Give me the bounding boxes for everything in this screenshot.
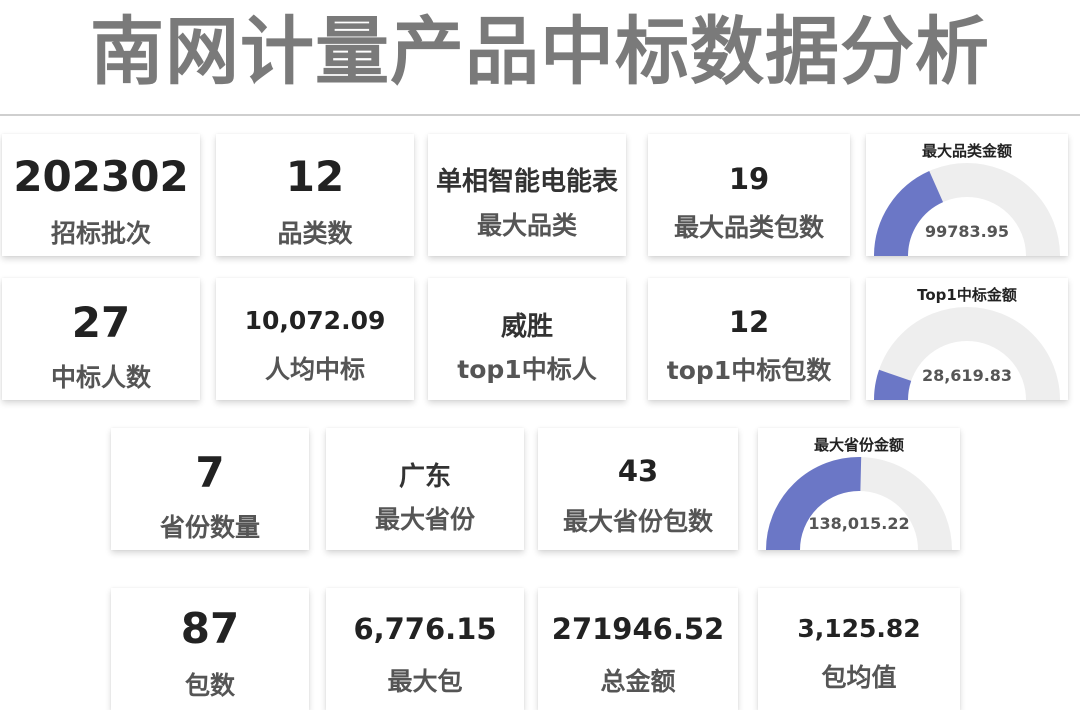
gauge-track	[874, 307, 1060, 400]
kpi-label: 人均中标	[264, 355, 365, 384]
kpi-label: 招标批次	[50, 219, 151, 248]
kpi-value: 威胜	[500, 312, 553, 342]
gauge-card-largest-province-amount: 最大省份金额 138,015.22	[758, 428, 960, 550]
kpi-card-largest-package: 6,776.15 最大包	[326, 588, 524, 710]
gauge-card-top1-amount: Top1中标金额 28,619.83	[866, 278, 1068, 400]
kpi-card-largest-category-packages: 19 最大品类包数	[648, 134, 850, 256]
kpi-value: 3,125.82	[797, 614, 921, 643]
kpi-label: 最大品类	[476, 211, 577, 240]
gauge-card-largest-category-amount: 最大品类金额 99783.95	[866, 134, 1068, 256]
kpi-label: 中标人数	[50, 363, 151, 392]
kpi-label: top1中标人	[457, 355, 597, 384]
kpi-label: 包数	[184, 671, 235, 700]
kpi-card-category-count: 12 品类数	[216, 134, 414, 256]
kpi-value: 广东	[398, 462, 451, 492]
kpi-label: 省份数量	[159, 513, 260, 542]
kpi-card-largest-category: 单相智能电能表 最大品类	[428, 134, 626, 256]
kpi-card-winner-count: 27 中标人数	[2, 278, 200, 400]
kpi-label: 品类数	[277, 219, 353, 248]
gauge-value: 99783.95	[924, 222, 1009, 241]
kpi-value: 10,072.09	[244, 306, 386, 335]
kpi-card-bid-batch: 202302 招标批次	[2, 134, 200, 256]
kpi-value: 19	[728, 162, 770, 196]
gauge-value: 138,015.22	[808, 514, 910, 533]
kpi-label: 最大品类包数	[673, 213, 824, 242]
kpi-value: 271946.52	[551, 612, 725, 646]
kpi-value: 7	[195, 448, 225, 497]
kpi-card-largest-province: 广东 最大省份	[326, 428, 524, 550]
kpi-label: 包均值	[821, 663, 897, 692]
kpi-value: 87	[180, 604, 240, 653]
kpi-value: 6,776.15	[353, 612, 497, 646]
kpi-card-total-amount: 271946.52 总金额	[538, 588, 738, 710]
kpi-value: 202302	[13, 152, 189, 201]
kpi-label: 最大省份包数	[562, 507, 713, 536]
kpi-card-province-count: 7 省份数量	[111, 428, 309, 550]
gauge-value: 28,619.83	[921, 366, 1013, 385]
gauge-fill	[766, 457, 862, 550]
kpi-value: 43	[617, 454, 659, 488]
kpi-card-top1-winner: 威胜 top1中标人	[428, 278, 626, 400]
kpi-card-largest-province-packages: 43 最大省份包数	[538, 428, 738, 550]
kpi-card-top1-packages: 12 top1中标包数	[648, 278, 850, 400]
kpi-label: 最大省份	[374, 505, 475, 534]
title-divider	[0, 114, 1080, 116]
kpi-card-package-count: 87 包数	[111, 588, 309, 710]
page-title: 南网计量产品中标数据分析	[90, 9, 990, 95]
kpi-label: 总金额	[600, 667, 676, 696]
kpi-label: 最大包	[387, 667, 463, 696]
kpi-value: 27	[71, 298, 131, 347]
kpi-value: 12	[285, 152, 345, 201]
kpi-value: 单相智能电能表	[435, 167, 618, 197]
kpi-value: 12	[728, 305, 770, 339]
kpi-label: top1中标包数	[666, 356, 832, 385]
kpi-card-package-average: 3,125.82 包均值	[758, 588, 960, 710]
kpi-card-average-award: 10,072.09 人均中标	[216, 278, 414, 400]
